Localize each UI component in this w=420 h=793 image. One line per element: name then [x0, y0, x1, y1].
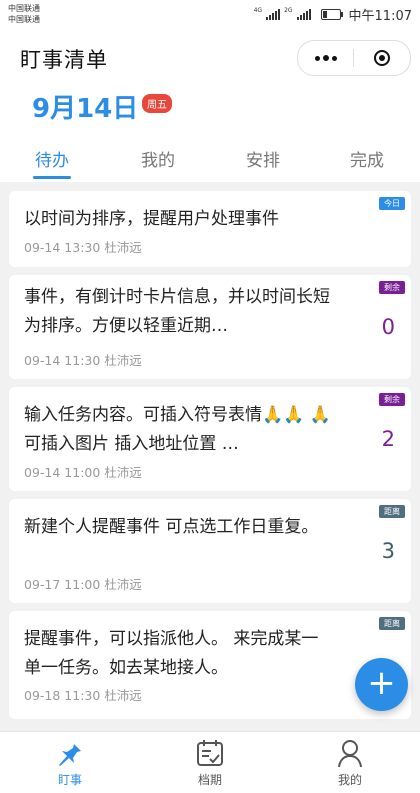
tab-done[interactable]: 完成: [327, 146, 407, 171]
nav-item-mine[interactable]: 我的: [300, 737, 400, 788]
carrier-1: 中国联通: [8, 4, 40, 13]
more-dots-icon: [314, 55, 320, 61]
page-header: 盯事清单 9月14日 周五 待办 我的 安排 完成: [0, 30, 420, 182]
signal-icon: [296, 8, 311, 20]
network-2g-label: 2G: [284, 7, 293, 14]
task-title: 事件，有倒计时卡片信息，并以时间长短为排序。方便以轻重近期…: [24, 287, 330, 336]
pin-icon: [20, 737, 120, 769]
remaining-badge: 剩余: [379, 393, 405, 406]
nav-label: 盯事: [57, 773, 82, 787]
task-title: 新建个人提醒事件 可点选工作日重复。: [24, 517, 319, 537]
nav-item-dingshi[interactable]: 盯事: [20, 737, 120, 788]
plus-icon: +: [367, 663, 396, 703]
carrier-labels: 中国联通 中国联通: [8, 3, 40, 25]
task-meta: 09-14 13:30 杜沛远: [24, 240, 142, 255]
remaining-days-count: 0: [381, 315, 395, 339]
distance-days-count: 3: [381, 539, 395, 563]
task-card[interactable]: 以时间为排序，提醒用户处理事件 09-14 13:30 杜沛远 今日: [9, 191, 411, 267]
signal-icon: [266, 8, 281, 20]
mini-program-capsule: [297, 40, 411, 76]
task-meta: 09-17 11:00 杜沛远: [24, 577, 142, 592]
tab-arrange[interactable]: 安排: [223, 146, 303, 171]
tab-todo[interactable]: 待办: [12, 146, 92, 171]
more-dots-icon: [331, 55, 337, 61]
today-badge: 今日: [379, 197, 405, 210]
task-card[interactable]: 输入任务内容。可插入符号表情🙏🙏 🙏 可插入图片 插入地址位置 … 09-14 …: [9, 387, 411, 491]
active-tab-indicator: [33, 176, 71, 179]
distance-badge: 距离: [379, 505, 405, 518]
task-card[interactable]: 事件，有倒计时卡片信息，并以时间长短为排序。方便以轻重近期… 09-14 11:…: [9, 275, 411, 379]
task-meta: 09-14 11:00 杜沛远: [24, 465, 142, 480]
task-card[interactable]: 提醒事件，可以指派他人。 来完成某一单一任务。如去某地接人。 09-18 11:…: [9, 611, 411, 719]
close-mini-program-button[interactable]: [354, 41, 409, 75]
battery-icon: [320, 8, 343, 20]
app-title: 盯事清单: [20, 48, 108, 72]
task-meta: 09-18 11:30 杜沛远: [24, 688, 142, 703]
nav-item-dangqi[interactable]: 档期: [160, 737, 260, 788]
task-title: 输入任务内容。可插入符号表情🙏🙏 🙏 可插入图片 插入地址位置 …: [24, 405, 331, 454]
weekday-badge: 周五: [142, 94, 172, 113]
distance-badge: 距离: [379, 617, 405, 630]
current-date: 9月14日: [32, 94, 139, 124]
tab-bar: 待办 我的 安排 完成: [0, 142, 420, 182]
bottom-nav: 盯事 档期 我的: [0, 731, 420, 793]
more-dots-icon: [322, 55, 329, 61]
task-card[interactable]: 新建个人提醒事件 可点选工作日重复。 09-17 11:00 杜沛远 距离 3: [9, 499, 411, 603]
status-icons: 4G 2G 中午11:07: [253, 6, 412, 24]
calendar-check-icon: [160, 737, 260, 769]
task-title: 提醒事件，可以指派他人。 来完成某一单一任务。如去某地接人。: [24, 629, 319, 678]
remaining-days-count: 2: [381, 427, 395, 451]
nav-label: 档期: [197, 773, 222, 787]
network-4g-label: 4G: [253, 7, 263, 14]
carrier-2: 中国联通: [8, 15, 40, 24]
task-title: 以时间为排序，提醒用户处理事件: [24, 209, 279, 229]
add-task-button[interactable]: +: [355, 658, 408, 711]
target-close-icon: [373, 50, 390, 66]
status-bar: 中国联通 中国联通 4G 2G 中午11:07: [0, 0, 420, 30]
status-time: 中午11:07: [348, 8, 412, 24]
user-icon: [300, 737, 400, 769]
tab-mine[interactable]: 我的: [118, 146, 198, 171]
task-meta: 09-14 11:30 杜沛远: [24, 353, 142, 368]
nav-label: 我的: [337, 773, 362, 787]
more-button[interactable]: [298, 41, 353, 75]
remaining-badge: 剩余: [379, 281, 405, 294]
